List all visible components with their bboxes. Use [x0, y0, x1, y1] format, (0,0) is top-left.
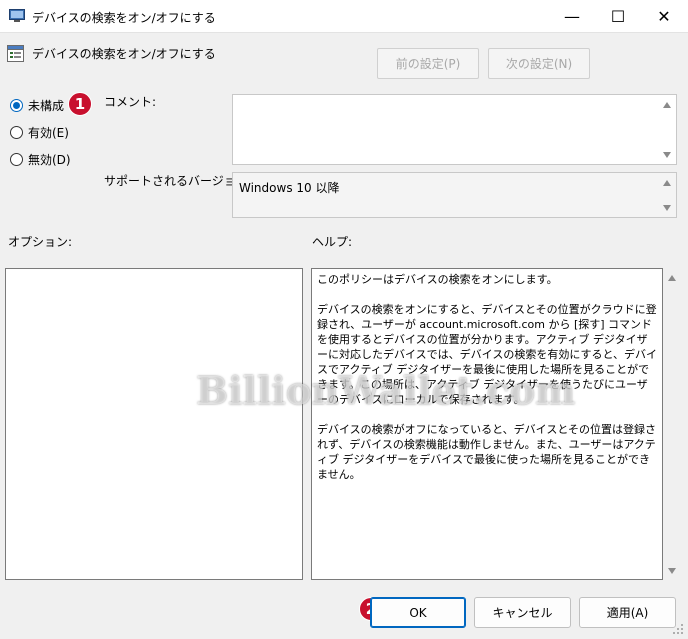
radio-enabled-label: 有効(E) — [28, 126, 69, 140]
comment-scrollbar[interactable] — [659, 95, 676, 164]
scroll-down-icon[interactable] — [663, 205, 671, 211]
scroll-up-icon[interactable] — [663, 102, 671, 108]
supported-on-label: サポートされるバージョン: — [104, 174, 252, 188]
maximize-button[interactable]: ☐ — [595, 0, 641, 33]
close-button[interactable]: ✕ — [641, 0, 687, 33]
radio-disabled[interactable]: 無効(D) — [10, 151, 71, 168]
supported-on-field: Windows 10 以降 — [232, 172, 677, 218]
comment-label: コメント: — [104, 95, 157, 109]
ok-button[interactable]: OK — [370, 597, 466, 628]
maximize-icon: ☐ — [610, 7, 626, 26]
supported-on-value: Windows 10 以降 — [239, 181, 340, 195]
options-panel — [5, 268, 303, 580]
comment-textarea[interactable] — [232, 94, 677, 165]
scroll-down-icon[interactable] — [668, 568, 676, 574]
radio-not-configured[interactable]: 未構成 — [10, 97, 64, 114]
radio-unselected-icon — [10, 126, 23, 139]
help-panel: このポリシーはデバイスの検索をオンにします。 デバイスの検索をオンにすると、デバ… — [311, 268, 663, 580]
minimize-icon: — — [564, 7, 580, 26]
help-paragraph: デバイスの検索がオフになっていると、デバイスとその位置は登録されず、デバイスの検… — [317, 423, 657, 481]
next-setting-button[interactable]: 次の設定(N) — [488, 48, 590, 79]
window-title: デバイスの検索をオン/オフにする — [32, 11, 216, 25]
step-badge-1: 1 — [68, 92, 92, 116]
help-scrollbar[interactable] — [664, 268, 681, 580]
options-label: オプション: — [8, 235, 73, 249]
close-icon: ✕ — [657, 7, 671, 26]
help-text: このポリシーはデバイスの検索をオンにします。 デバイスの検索をオンにすると、デバ… — [317, 272, 658, 497]
minimize-button[interactable]: — — [549, 0, 595, 33]
radio-unselected-icon — [10, 153, 23, 166]
radio-disabled-label: 無効(D) — [28, 153, 71, 167]
radio-not-configured-label: 未構成 — [28, 99, 65, 113]
scroll-down-icon[interactable] — [663, 152, 671, 158]
radio-selected-icon — [10, 99, 23, 112]
help-label: ヘルプ: — [312, 235, 353, 249]
title-bar: デバイスの検索をオン/オフにする — ☐ ✕ — [0, 0, 688, 33]
policy-name: デバイスの検索をオン/オフにする — [32, 47, 216, 61]
help-paragraph: デバイスの検索をオンにすると、デバイスとその位置がクラウドに登録され、ユーザーが… — [317, 303, 658, 406]
help-paragraph: このポリシーはデバイスの検索をオンにします。 — [317, 273, 558, 286]
apply-button[interactable]: 適用(A) — [579, 597, 676, 628]
resize-grip-icon[interactable] — [672, 623, 684, 635]
scroll-up-icon[interactable] — [668, 275, 676, 281]
policy-window-icon — [9, 9, 25, 22]
scroll-up-icon[interactable] — [663, 180, 671, 186]
radio-enabled[interactable]: 有効(E) — [10, 124, 69, 141]
supported-scrollbar[interactable] — [659, 173, 676, 217]
cancel-button[interactable]: キャンセル — [474, 597, 571, 628]
policy-setting-icon — [7, 45, 24, 62]
previous-setting-button[interactable]: 前の設定(P) — [377, 48, 479, 79]
